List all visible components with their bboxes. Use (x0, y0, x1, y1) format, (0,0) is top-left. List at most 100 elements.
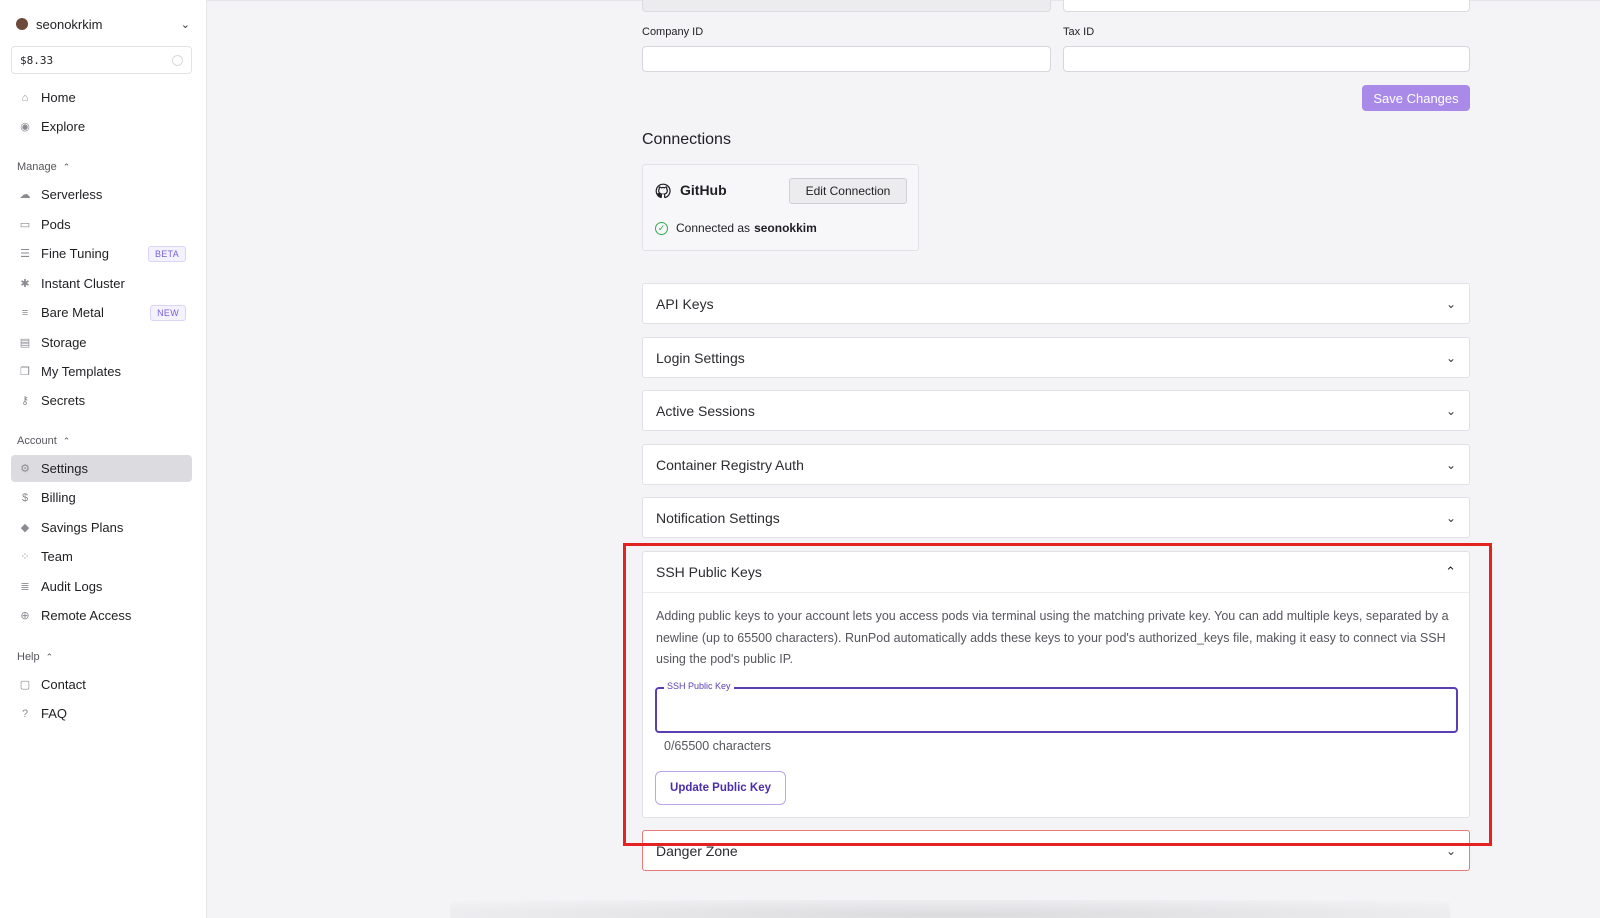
section-manage[interactable]: Manage ⌃ (17, 161, 70, 173)
sidebar-item-label: Remote Access (41, 608, 132, 623)
ssh-public-keys-panel: SSH Public Keys ⌃ Adding public keys to … (642, 551, 1470, 818)
accordion-label: Notification Settings (656, 509, 780, 526)
scrolled-input-top[interactable] (642, 0, 1051, 12)
user-switcher[interactable]: seonokrkim ⌄ (16, 14, 190, 34)
sidebar-item-audit-logs[interactable]: ≣ Audit Logs (11, 573, 192, 600)
sidebar-item-my-templates[interactable]: ❐ My Templates (11, 358, 192, 385)
sidebar-item-savings-plans[interactable]: ◆ Savings Plans (11, 514, 192, 541)
ssh-description: Adding public keys to your account lets … (656, 609, 1449, 666)
sidebar-item-home[interactable]: ⌂ Home (11, 84, 192, 111)
section-heading: Help (17, 651, 40, 663)
accordion-label: API Keys (656, 295, 714, 312)
chevron-down-icon: ⌄ (1445, 403, 1456, 418)
accordion-label: Container Registry Auth (656, 456, 804, 473)
sidebar-item-label: Pods (41, 217, 71, 232)
dollar-icon: $ (21, 491, 29, 504)
accordion-ssh-public-keys[interactable]: SSH Public Keys ⌃ (643, 552, 1469, 593)
character-count: 0/65500 characters (664, 739, 772, 753)
folder-icon: ▤ (19, 337, 31, 349)
edit-connection-button[interactable]: Edit Connection (789, 178, 907, 204)
sidebar-item-label: Serverless (41, 187, 103, 202)
sidebar-item-billing[interactable]: $ Billing (11, 484, 192, 511)
sidebar-item-label: Secrets (41, 393, 86, 408)
server-icon: ≡ (21, 306, 29, 319)
balance-value: $8.33 (20, 53, 54, 67)
connections-title: Connections (642, 131, 731, 148)
tax-id-label: Tax ID (1063, 26, 1095, 38)
check-circle-icon: ✓ (655, 221, 668, 235)
chat-icon: ▢ (19, 679, 31, 691)
globe-icon: ⊕ (20, 610, 30, 622)
user-name: seonokrkim (36, 16, 103, 32)
cluster-icon: ✱ (20, 278, 30, 290)
sidebar-item-label: Savings Plans (41, 520, 124, 535)
sidebar-item-bare-metal[interactable]: ≡ Bare Metal NEW (11, 299, 192, 326)
accordion-active-sessions[interactable]: Active Sessions ⌄ (642, 390, 1470, 431)
sidebar-item-label: Fine Tuning (41, 246, 109, 261)
sidebar-item-secrets[interactable]: ⚷ Secrets (11, 387, 192, 414)
sidebar-item-fine-tuning[interactable]: ☰ Fine Tuning BETA (11, 240, 192, 267)
section-help[interactable]: Help ⌃ (17, 651, 53, 663)
avatar (16, 18, 28, 30)
cloud-icon: ☁ (19, 189, 31, 201)
sidebar-item-label: Storage (41, 335, 87, 350)
section-heading: Account (17, 435, 57, 447)
chevron-up-icon: ⌃ (1445, 564, 1456, 579)
sidebar-item-label: Audit Logs (41, 579, 103, 594)
key-icon: ⚷ (20, 395, 30, 407)
accordion-api-keys[interactable]: API Keys ⌄ (642, 283, 1470, 324)
chevron-down-icon: ⌄ (1445, 457, 1456, 472)
sidebar-item-label: Bare Metal (41, 305, 104, 320)
connection-status-prefix: Connected as (676, 221, 751, 235)
accordion-danger-zone[interactable]: Danger Zone ⌄ (642, 830, 1470, 871)
sidebar-item-serverless[interactable]: ☁ Serverless (11, 181, 192, 208)
scrolled-input-top[interactable] (1063, 0, 1470, 12)
sidebar-item-label: Instant Cluster (41, 276, 125, 291)
sidebar-item-label: Home (41, 90, 76, 105)
chevron-up-icon: ⌃ (45, 651, 54, 662)
sliders-icon: ☰ (20, 248, 30, 260)
accordion-label: Active Sessions (656, 402, 755, 419)
sidebar-item-label: Settings (41, 461, 88, 476)
chevron-up-icon: ⌃ (62, 435, 71, 446)
sidebar-item-label: FAQ (41, 706, 68, 721)
template-icon: ❐ (20, 366, 30, 378)
github-icon (655, 183, 671, 199)
update-public-key-button[interactable]: Update Public Key (655, 771, 786, 805)
accordion-label: Danger Zone (656, 842, 738, 859)
accordion-login-settings[interactable]: Login Settings ⌄ (642, 337, 1470, 378)
section-account[interactable]: Account ⌃ (17, 435, 70, 447)
github-provider-name: GitHub (680, 182, 727, 198)
new-badge: NEW (150, 304, 186, 321)
home-icon: ⌂ (21, 91, 29, 104)
sidebar-item-team[interactable]: ⁘ Team (11, 543, 192, 570)
chevron-down-icon: ⌄ (1445, 350, 1456, 365)
sidebar-item-instant-cluster[interactable]: ✱ Instant Cluster (11, 270, 192, 297)
tag-icon: ◆ (20, 522, 30, 534)
company-id-label: Company ID (642, 26, 704, 38)
gear-icon: ⚙ (20, 463, 30, 475)
sidebar-item-storage[interactable]: ▤ Storage (11, 329, 192, 356)
sidebar-item-pods[interactable]: ▭ Pods (11, 211, 192, 238)
sidebar-item-explore[interactable]: ◉ Explore (11, 113, 192, 140)
refresh-icon[interactable] (172, 55, 183, 66)
github-connection-card: GitHub Edit Connection ✓ Connected as se… (642, 164, 919, 251)
sidebar-item-remote-access[interactable]: ⊕ Remote Access (11, 602, 192, 629)
ssh-public-key-input[interactable]: SSH Public Key (655, 681, 1458, 733)
sidebar-item-label: Team (41, 549, 73, 564)
accordion-notification-settings[interactable]: Notification Settings ⌄ (642, 497, 1470, 538)
connection-status: ✓ Connected as seonokkim (655, 221, 817, 235)
ssh-public-key-label: SSH Public Key (664, 681, 734, 691)
section-heading: Manage (17, 161, 57, 173)
company-id-input[interactable] (642, 46, 1051, 72)
sidebar-item-contact[interactable]: ▢ Contact (11, 671, 192, 698)
accordion-container-registry-auth[interactable]: Container Registry Auth ⌄ (642, 444, 1470, 485)
sidebar-item-faq[interactable]: ? FAQ (11, 700, 192, 727)
beta-badge: BETA (147, 245, 186, 262)
sidebar-item-settings[interactable]: ⚙ Settings (11, 455, 192, 482)
save-changes-button[interactable]: Save Changes (1362, 85, 1470, 111)
tax-id-input[interactable] (1063, 46, 1470, 72)
team-icon: ⁘ (20, 551, 30, 563)
chevron-down-icon: ⌄ (1445, 296, 1456, 311)
pod-icon: ▭ (19, 219, 31, 231)
